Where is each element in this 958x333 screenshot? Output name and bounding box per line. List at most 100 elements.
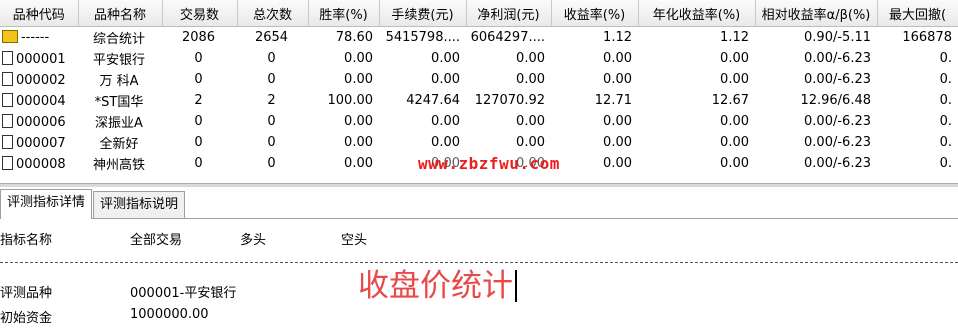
- cell-annual: 12.67: [711, 93, 749, 108]
- cell-code: ------: [0, 27, 78, 49]
- watermark-text: www.zbzfwu.com: [418, 154, 560, 173]
- cell-annual: 0.00: [720, 114, 749, 129]
- cell-ret: 1.12: [603, 30, 632, 45]
- col-all-trades: 全部交易: [130, 233, 183, 248]
- cell-code: 000001: [0, 48, 78, 69]
- column-header[interactable]: 总次数: [237, 0, 309, 27]
- results-table: 品种代码 品种名称 交易数 总次数 胜率(%) 手续费(元) 净利润(元) 收益率(%) 年化收…: [0, 0, 958, 174]
- table-row[interactable]: 000002 万 科A 0 0 0.00 0.00 0.00 0.00 0.00 0.00/-6.…: [0, 69, 958, 90]
- cell-ret: 12.71: [594, 93, 632, 108]
- cell-trades: 0: [194, 156, 203, 171]
- cell-total: 0: [267, 72, 276, 87]
- cell-name: 平安银行: [92, 53, 145, 68]
- cell-total: 0: [267, 51, 276, 66]
- cell-trades: 2086: [181, 30, 216, 45]
- cell-annual: 0.00: [720, 51, 749, 66]
- cell-name: 深振业A: [95, 116, 143, 131]
- column-header[interactable]: 最大回撤(: [877, 0, 958, 27]
- cell-fee: 4247.64: [406, 93, 460, 108]
- column-header[interactable]: 胜率(%): [308, 0, 380, 27]
- document-icon: [2, 134, 13, 149]
- cell-annual: 1.12: [720, 30, 749, 45]
- code-text: 000002: [16, 72, 66, 88]
- cell-drawdown: 0.: [939, 72, 952, 87]
- cell-profit: 0.00: [516, 72, 545, 87]
- cell-win: 0.00: [344, 114, 373, 129]
- tab-metrics-detail[interactable]: 评测指标详情: [0, 189, 93, 219]
- cell-fee: 0.00: [431, 51, 460, 66]
- column-header[interactable]: 年化收益率(%): [638, 0, 756, 27]
- table-row[interactable]: 000007 全新好 0 0 0.00 0.00 0.00 0.00 0.00 0.00/-6.2…: [0, 132, 958, 153]
- code-text: 000004: [16, 93, 66, 109]
- cell-drawdown: 0.: [939, 93, 952, 108]
- cell-fee: 0.00: [431, 72, 460, 87]
- cell-ret: 0.00: [603, 114, 632, 129]
- cell-trades: 0: [194, 72, 203, 87]
- code-text: 000007: [16, 135, 66, 151]
- tab-metrics-description[interactable]: 评测指标说明: [93, 191, 186, 218]
- table-row[interactable]: 000006 深振业A 0 0 0.00 0.00 0.00 0.00 0.00 0.00/-6.…: [0, 111, 958, 132]
- cell-alpha: 0.00/-6.23: [804, 72, 871, 87]
- cell-name: 神州高铁: [92, 158, 145, 173]
- cell-total: 0: [267, 156, 276, 171]
- cell-fee: 5415798....: [385, 30, 460, 45]
- cell-annual: 0.00: [720, 156, 749, 171]
- cell-name: 万 科A: [99, 74, 139, 89]
- code-text: 000006: [16, 114, 66, 130]
- cell-ret: 0.00: [603, 135, 632, 150]
- detail-tabs: 评测指标详情 评测指标说明: [0, 188, 958, 219]
- cell-drawdown: 166878: [902, 30, 952, 45]
- col-long: 多头: [240, 233, 267, 248]
- annotation-label: 收盘价统计: [358, 268, 513, 304]
- cell-alpha: 0.00/-6.23: [804, 156, 871, 171]
- cell-alpha: 0.00/-6.23: [804, 51, 871, 66]
- cell-ret: 0.00: [603, 156, 632, 171]
- column-header[interactable]: 品种代码: [0, 0, 79, 27]
- table-row[interactable]: 000001 平安银行 0 0 0.00 0.00 0.00 0.00 0.00 0.00/-6.…: [0, 48, 958, 69]
- document-icon: [2, 155, 13, 170]
- column-header[interactable]: 净利润(元): [466, 0, 552, 27]
- column-header[interactable]: 品种名称: [78, 0, 163, 27]
- cell-profit: 6064297....: [470, 30, 545, 45]
- cell-alpha: 0.90/-5.11: [804, 30, 871, 45]
- table-row[interactable]: 000004 *ST国华 2 2 100.00 4247.64 127070.92 12.71…: [0, 90, 958, 111]
- annotation-text: 收盘价统计: [358, 260, 517, 305]
- code-text: 000008: [16, 156, 66, 172]
- document-icon: [2, 50, 13, 65]
- cell-profit: 0.00: [516, 51, 545, 66]
- cell-annual: 0.00: [720, 72, 749, 87]
- cell-alpha: 0.00/-6.23: [804, 135, 871, 150]
- cell-fee: 0.00: [431, 114, 460, 129]
- cell-name: 全新好: [99, 137, 139, 152]
- cell-code: 000008: [0, 153, 78, 174]
- text-cursor: [515, 270, 517, 302]
- cell-win: 0.00: [344, 72, 373, 87]
- cell-code: 000002: [0, 69, 78, 90]
- cell-drawdown: 0.: [939, 156, 952, 171]
- cell-win: 0.00: [344, 135, 373, 150]
- column-header[interactable]: 手续费(元): [379, 0, 467, 27]
- cell-profit: 0.00: [516, 135, 545, 150]
- cell-profit: 0.00: [516, 114, 545, 129]
- document-icon: [2, 113, 13, 128]
- code-text: 000001: [16, 51, 66, 67]
- metric-value-instrument: 000001-平安银行: [130, 286, 237, 301]
- cell-ret: 0.00: [603, 51, 632, 66]
- cell-total: 0: [267, 135, 276, 150]
- col-metric-name: 指标名称: [0, 233, 53, 248]
- cell-total: 2: [267, 93, 276, 108]
- column-header[interactable]: 交易数: [162, 0, 238, 27]
- column-header[interactable]: 相对收益率α/β(%): [755, 0, 878, 27]
- col-short: 空头: [341, 233, 368, 248]
- cell-trades: 0: [194, 135, 203, 150]
- cell-ret: 0.00: [603, 72, 632, 87]
- cell-name: *ST国华: [94, 95, 144, 110]
- cell-drawdown: 0.: [939, 135, 952, 150]
- table-header-row: 品种代码 品种名称 交易数 总次数 胜率(%) 手续费(元) 净利润(元) 收益率(%) 年化收…: [0, 0, 958, 27]
- column-header[interactable]: 收益率(%): [551, 0, 639, 27]
- cell-code: 000004: [0, 90, 78, 111]
- table-row[interactable]: ------ 综合统计 2086 2654 78.60 5415798.... 606429…: [0, 27, 958, 49]
- cell-win: 100.00: [327, 93, 374, 108]
- panel-splitter[interactable]: [0, 183, 958, 187]
- metric-value-initial-capital: 1000000.00: [130, 307, 209, 322]
